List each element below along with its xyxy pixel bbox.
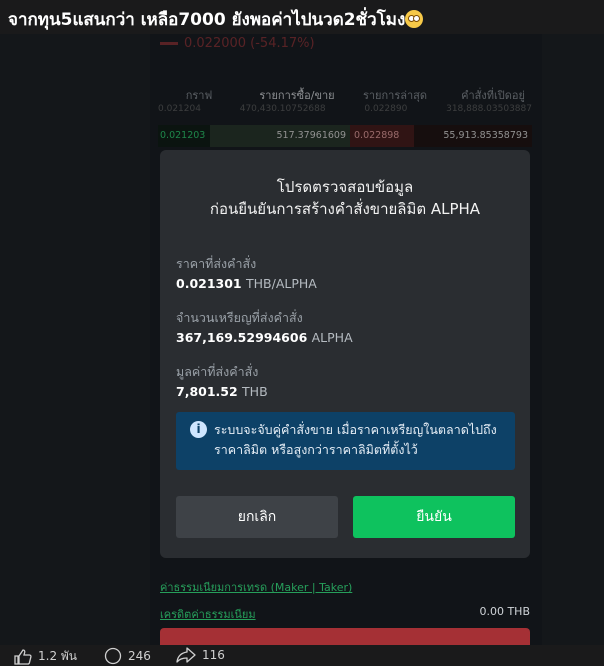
order-price: 0.021301 THB/ALPHA (176, 276, 317, 291)
order-price-value: 0.021301 (176, 276, 242, 291)
notice-line2: ราคาลิมิต หรือสูงกว่าราคาลิมิตที่ตั้งไว้ (214, 442, 418, 457)
share-action[interactable]: 116 (176, 647, 225, 663)
like-count: 1.2 พัน (38, 649, 78, 663)
total-label: มูลค่าที่ส่งคำสั่ง (176, 364, 259, 379)
comment-action[interactable]: 246 (104, 647, 151, 665)
comment-icon (104, 647, 122, 665)
fee-credit-row: เครดิตค่าธรรมเนียม 0.00 THB (160, 605, 530, 623)
order-amount-unit: ALPHA (311, 330, 353, 345)
post-action-bar: 1.2 พัน 246 116 (0, 645, 604, 665)
notice-text: ระบบจะจับคู่คำสั่งขาย เมื่อราคาเหรียญในต… (214, 420, 514, 460)
share-count: 116 (202, 648, 225, 662)
info-notice: i ระบบจะจับคู่คำสั่งขาย เมื่อราคาเหรียญใ… (176, 412, 515, 470)
fee-credit-value: 0.00 THB (479, 605, 530, 618)
confirm-button[interactable]: ยืนยัน (353, 496, 515, 538)
dialog-title-line2: ก่อนยืนยันการสร้างคำสั่งขายลิมิต ALPHA (209, 200, 481, 218)
comment-count: 246 (128, 649, 151, 663)
post-title: จากทุน5แสนกว่า เหลือ7000 ยังพอค่าไปนวด2ช… (0, 0, 604, 34)
order-total: 7,801.52 THB (176, 384, 268, 399)
fee-credit-link[interactable]: เครดิตค่าธรรมเนียม (160, 608, 256, 621)
sell-button[interactable] (160, 628, 530, 645)
order-total-unit: THB (242, 384, 268, 399)
order-price-unit: THB/ALPHA (246, 276, 317, 291)
share-icon (176, 647, 196, 663)
flushed-face-emoji-icon (405, 10, 424, 28)
amount-label: จำนวนเหรียญที่ส่งคำสั่ง (176, 310, 303, 325)
post-title-text: จากทุน5แสนกว่า เหลือ7000 ยังพอค่าไปนวด2ช… (8, 10, 406, 30)
notice-line1: ระบบจะจับคู่คำสั่งขาย เมื่อราคาเหรียญในต… (214, 422, 497, 437)
order-total-value: 7,801.52 (176, 384, 238, 399)
like-action[interactable]: 1.2 พัน (14, 647, 77, 666)
info-icon: i (190, 421, 207, 438)
order-amount-value: 367,169.52994606 (176, 330, 308, 345)
trading-fee-link[interactable]: ค่าธรรมเนียมการเทรด (Maker | Taker) (160, 578, 352, 596)
like-icon (14, 648, 32, 665)
price-label: ราคาที่ส่งคำสั่ง (176, 256, 257, 271)
dialog-title: โปรดตรวจสอบข้อมูล ก่อนยืนยันการสร้างคำสั… (160, 176, 530, 220)
right-dark-region (542, 34, 604, 645)
confirm-order-dialog: โปรดตรวจสอบข้อมูล ก่อนยืนยันการสร้างคำสั… (160, 150, 530, 558)
dialog-title-line1: โปรดตรวจสอบข้อมูล (276, 178, 414, 196)
cancel-button[interactable]: ยกเลิก (176, 496, 338, 538)
order-amount: 367,169.52994606 ALPHA (176, 330, 353, 345)
left-dark-region (0, 34, 150, 645)
